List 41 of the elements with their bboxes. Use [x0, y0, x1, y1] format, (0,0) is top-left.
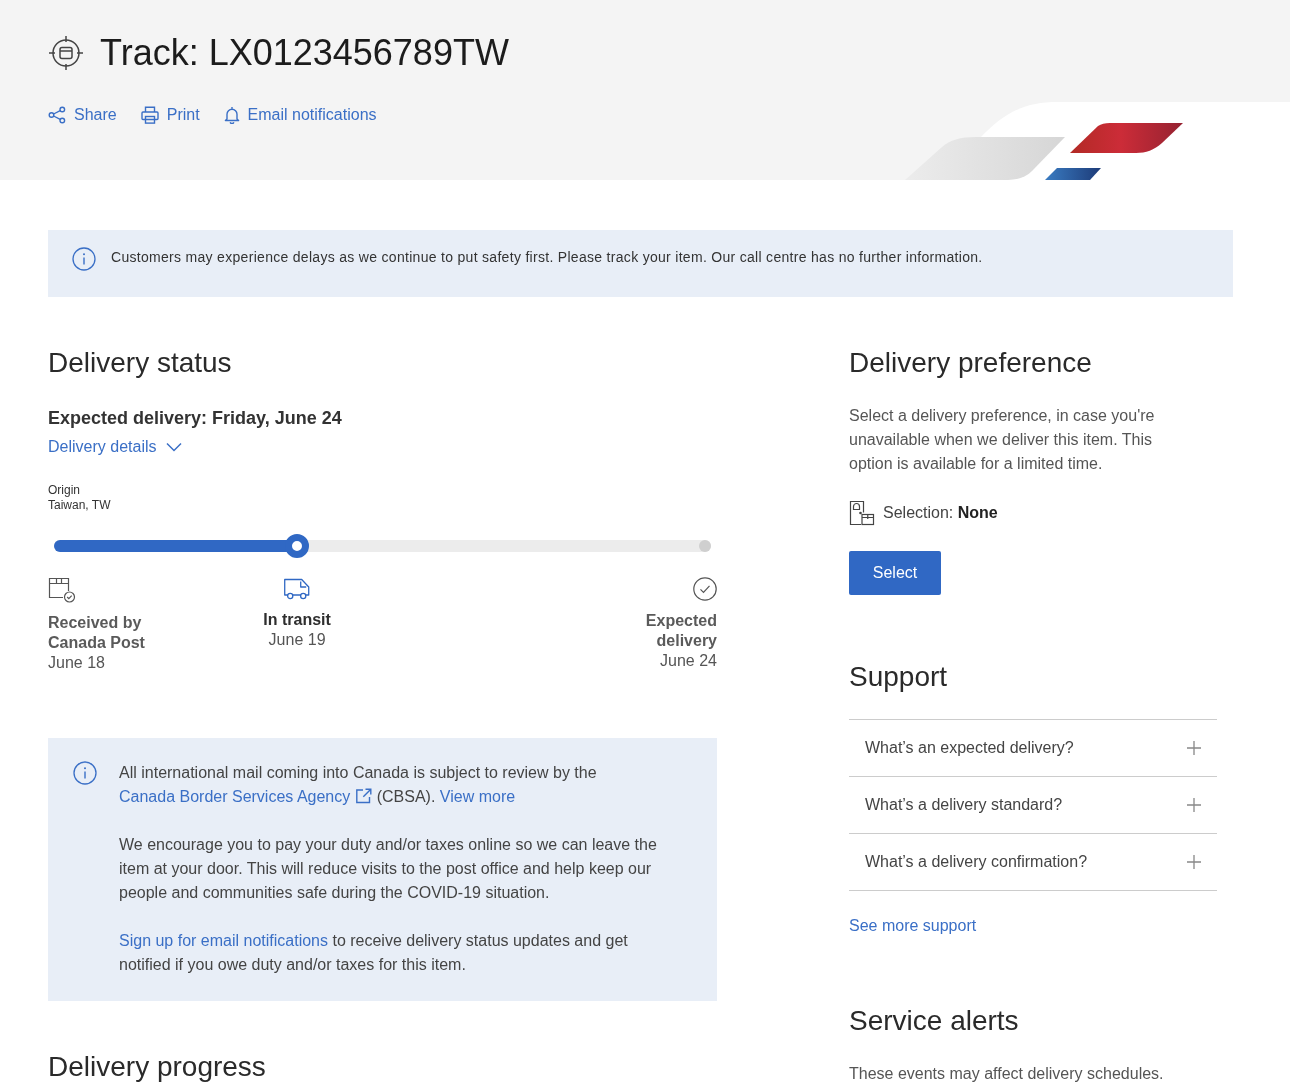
origin-label: Origin [48, 483, 80, 498]
section-heading: Delivery progress [48, 1050, 267, 1084]
printer-icon [140, 106, 159, 124]
origin-place: Taiwan, TW [48, 498, 111, 513]
inline-link[interactable]: View more [439, 788, 516, 805]
step-title: Received by Canada Post [48, 613, 146, 653]
inline-link[interactable]: Sign up for email notifications [119, 932, 328, 949]
step-date: June 19 [268, 630, 326, 650]
step-date: June 24 [660, 651, 717, 671]
crosshair-icon [48, 35, 84, 71]
section-heading: Delivery status [48, 346, 233, 380]
page-title: Track: LX0123456789TW [100, 31, 509, 75]
info-paragraph: All international mail coming into Canada is subject to review by the Canada Border Services Agency (CBSA). View more [119, 763, 598, 807]
step-date: June 18 [48, 653, 105, 673]
select-button[interactable]: Select [849, 551, 941, 595]
external-link[interactable]: Canada Border Services Agency [119, 788, 373, 805]
faq-question[interactable]: What’s an expected delivery? [849, 720, 1217, 777]
notice-text: Customers may experience delays as we continue to put safety first. Please track your item. Our call centre has no further information. [111, 248, 983, 267]
share-icon [48, 106, 66, 124]
step-title: In transit [263, 610, 331, 630]
email-notifications-link[interactable]: Email notifications [223, 104, 377, 126]
info-paragraph: Sign up for email notifications to receive delivery status updates and get notified if you owe duty and/or taxes for this item. [119, 931, 629, 975]
section-heading: Delivery preference [849, 346, 1093, 380]
expected-delivery-text: Expected delivery: Friday, June 24 [48, 407, 342, 430]
see-more-support-link[interactable]: See more support [849, 915, 977, 937]
share-link[interactable]: Share [48, 104, 117, 126]
section-heading: Support [849, 660, 949, 694]
faq-question[interactable]: What’s a delivery standard? [849, 777, 1217, 834]
delivery-details-link[interactable]: Delivery details [48, 436, 183, 458]
info-paragraph: We encourage you to pay your duty and/or taxes online so we can leave the item at your door. This will reduce visits to the post office and help keep our people and communities safe during the COVID-19 situation. [119, 835, 658, 903]
preference-description: Select a delivery preference, in case you're unavailable when we deliver this item. This option is available for a limited time. [849, 406, 1156, 474]
step-title: Expected delivery [644, 611, 717, 651]
info-icon [72, 247, 96, 271]
faq-question[interactable]: What’s a delivery confirmation? [849, 834, 1217, 891]
selection-text: Selection: None [883, 503, 998, 523]
bell-icon [223, 106, 240, 124]
info-icon [73, 761, 97, 785]
print-link[interactable]: Print [140, 104, 200, 126]
section-heading: Service alerts [849, 1004, 1020, 1038]
door-package-icon [849, 500, 875, 526]
service-alerts-text: These events may affect delivery schedules. [849, 1064, 1165, 1084]
